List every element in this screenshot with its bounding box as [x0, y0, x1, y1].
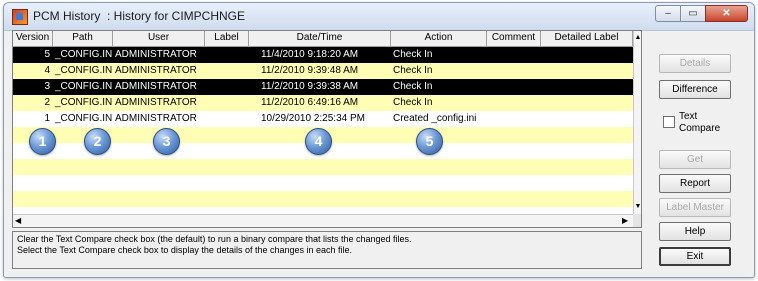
cell-detailed-label [541, 79, 633, 95]
table-row[interactable]: 3 _CONFIG.INI ADMINISTRATOR 11/2/2010 9:… [13, 79, 633, 95]
cell-label [205, 95, 249, 111]
cell-detailed-label [541, 47, 633, 63]
cell-comment [487, 79, 541, 95]
callout-badge: 2 [84, 128, 111, 155]
cell-user: ADMINISTRATOR [115, 97, 197, 108]
cell-user: ADMINISTRATOR [115, 113, 197, 124]
cell-label [205, 63, 249, 79]
cell-path: _CONFIG.INI [55, 113, 113, 124]
cell-action: Check In [393, 81, 433, 92]
column-header-user[interactable]: User [113, 31, 205, 46]
cell-datetime: 10/29/2010 2:25:34 PM [261, 113, 365, 124]
column-header-label[interactable]: Label [205, 31, 249, 46]
cell-path: _CONFIG.INI [55, 65, 113, 76]
cell-action: Check In [393, 49, 433, 60]
scroll-down-arrow-icon[interactable]: ▼ [634, 202, 641, 212]
cell-detailed-label [541, 63, 633, 79]
cell-action: Created _config.ini [393, 113, 477, 124]
help-button[interactable]: Help [659, 222, 731, 241]
table-row[interactable]: 4 _CONFIG.INI ADMINISTRATOR 11/2/2010 9:… [13, 63, 633, 79]
cell-datetime: 11/2/2010 6:49:16 AM [261, 97, 359, 108]
column-header-action[interactable]: Action [391, 31, 487, 46]
callout-badge: 4 [305, 128, 332, 155]
app-icon [12, 9, 28, 25]
column-header-detailed-label[interactable]: Detailed Label [541, 31, 633, 46]
cell-user: ADMINISTRATOR [115, 81, 197, 92]
scrollbar-corner [633, 214, 641, 227]
text-compare-label: Text Compare [679, 111, 721, 134]
cell-comment [487, 111, 541, 127]
cell-detailed-label [541, 111, 633, 127]
text-compare-checkbox[interactable] [663, 116, 675, 128]
column-header-version[interactable]: Version [13, 31, 53, 46]
cell-version: 2 [44, 97, 50, 108]
cell-version: 1 [44, 113, 50, 124]
get-button[interactable]: Get [659, 150, 731, 169]
scroll-up-arrow-icon[interactable]: ▲ [634, 33, 641, 43]
scroll-right-arrow-icon[interactable]: ▶ [622, 216, 628, 226]
table-row[interactable]: 2 _CONFIG.INI ADMINISTRATOR 11/2/2010 6:… [13, 95, 633, 111]
cell-label [205, 79, 249, 95]
history-grid: Version Path User Label Date/Time Action… [12, 30, 642, 228]
column-header-datetime[interactable]: Date/Time [249, 31, 391, 46]
pcm-history-window: PCM History : History for CIMPCHNGE – ▭ … [3, 2, 755, 278]
cell-version: 5 [44, 49, 50, 60]
table-row[interactable]: 1 _CONFIG.INI ADMINISTRATOR 10/29/2010 2… [13, 111, 633, 127]
column-callouts: 1 2 3 4 5 [13, 128, 633, 155]
callout-badge: 3 [153, 128, 180, 155]
grid-header: Version Path User Label Date/Time Action… [13, 31, 633, 47]
maximize-button[interactable]: ▭ [680, 5, 706, 22]
help-text-box: Clear the Text Compare check box (the de… [12, 231, 642, 269]
vertical-scrollbar[interactable]: ▲ ▼ [633, 31, 641, 214]
horizontal-scrollbar[interactable]: ◀ ▶ [13, 214, 633, 227]
callout-badge: 1 [29, 128, 56, 155]
cell-label [205, 111, 249, 127]
cell-user: ADMINISTRATOR [115, 65, 197, 76]
cell-version: 3 [44, 81, 50, 92]
scroll-left-arrow-icon[interactable]: ◀ [15, 216, 21, 226]
cell-path: _CONFIG.INI [55, 49, 113, 60]
title-bar[interactable]: PCM History : History for CIMPCHNGE – ▭ … [4, 3, 754, 31]
cell-path: _CONFIG.INI [55, 97, 113, 108]
cell-comment [487, 95, 541, 111]
cell-comment [487, 63, 541, 79]
cell-comment [487, 47, 541, 63]
empty-row [13, 191, 633, 207]
label-master-button[interactable]: Label Master [659, 198, 731, 217]
window-controls: – ▭ ✕ [655, 5, 748, 22]
cell-datetime: 11/2/2010 9:39:38 AM [261, 81, 359, 92]
report-button[interactable]: Report [659, 174, 731, 193]
close-button[interactable]: ✕ [705, 5, 748, 22]
cell-action: Check In [393, 65, 433, 76]
window-title: PCM History : History for CIMPCHNGE [33, 9, 246, 23]
table-row[interactable]: 5 _CONFIG.INI ADMINISTRATOR 11/4/2010 9:… [13, 47, 633, 63]
help-text-line-1: Clear the Text Compare check box (the de… [17, 234, 412, 244]
minimize-button[interactable]: – [655, 5, 681, 22]
cell-label [205, 47, 249, 63]
empty-row [13, 159, 633, 175]
empty-row [13, 175, 633, 191]
cell-datetime: 11/4/2010 9:18:20 AM [261, 49, 359, 60]
column-header-comment[interactable]: Comment [487, 31, 541, 46]
cell-user: ADMINISTRATOR [115, 49, 197, 60]
cell-action: Check In [393, 97, 433, 108]
cell-version: 4 [44, 65, 50, 76]
column-header-path[interactable]: Path [53, 31, 113, 46]
details-button[interactable]: Details [659, 54, 731, 73]
cell-path: _CONFIG.INI [55, 81, 113, 92]
cell-datetime: 11/2/2010 9:39:48 AM [261, 65, 359, 76]
cell-detailed-label [541, 95, 633, 111]
callout-badge: 5 [416, 128, 443, 155]
help-text-line-2: Select the Text Compare check box to dis… [17, 245, 353, 255]
exit-button[interactable]: Exit [659, 247, 731, 266]
difference-button[interactable]: Difference [659, 80, 731, 99]
